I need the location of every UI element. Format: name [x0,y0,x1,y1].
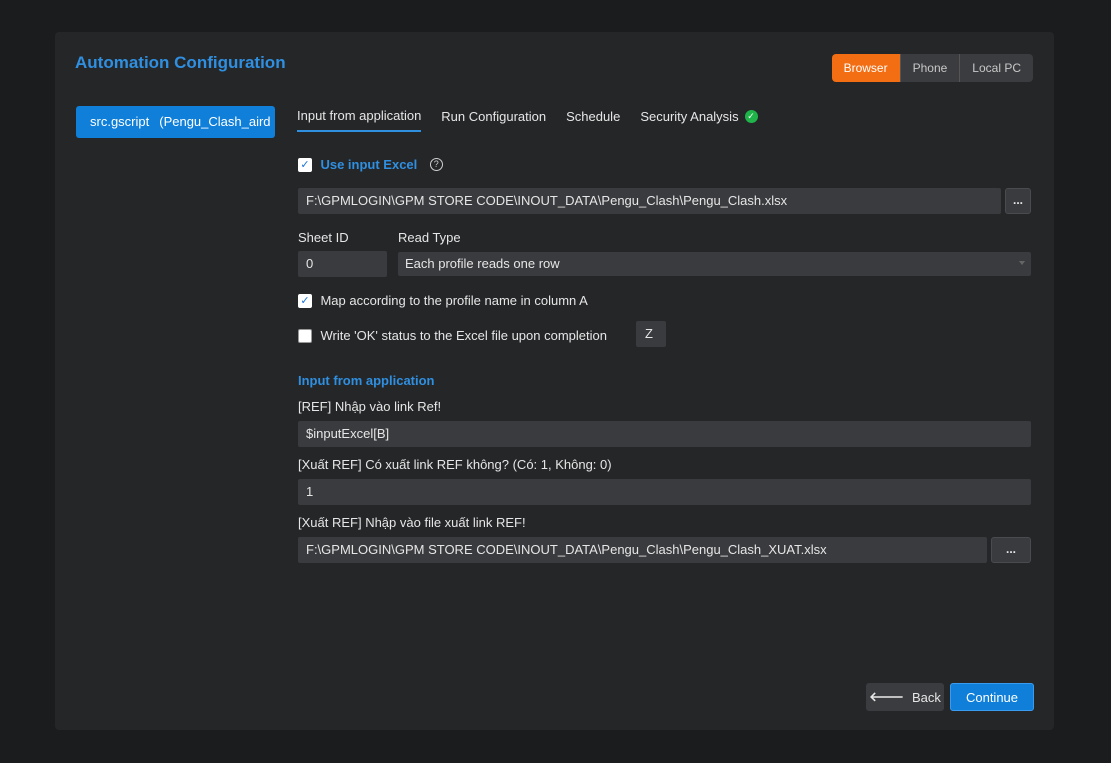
tab-schedule[interactable]: Schedule [566,108,620,132]
map-profile-label: Map according to the profile name in col… [320,293,588,309]
read-type-label: Read Type [398,230,461,245]
use-input-excel-checkbox[interactable]: ✓ [298,157,312,172]
tab-security-analysis[interactable]: Security Analysis ✓ [640,108,758,132]
write-ok-row: Write 'OK' status to the Excel file upon… [298,327,607,345]
automation-config-panel: Automation Configuration Browser Phone L… [55,32,1054,730]
write-ok-label: Write 'OK' status to the Excel file upon… [320,328,607,344]
script-project: (Pengu_Clash_aird [159,114,271,129]
tab-label: Input from application [297,108,422,123]
ref-link-label: [REF] Nhập vào link Ref! [298,399,442,414]
read-type-selected-value: Each profile reads one row [405,256,560,271]
mode-local-pc-button[interactable]: Local PC [959,54,1033,82]
device-mode-switch: Browser Phone Local PC [831,54,1033,82]
export-file-label: [Xuất REF] Nhập vào file xuất link REF! [298,515,526,530]
read-type-select[interactable]: Each profile reads one row [398,252,1031,276]
page-title: Automation Configuration [75,53,286,72]
back-label: Back [911,689,941,705]
help-icon[interactable]: ? [429,158,443,172]
tab-label: Schedule [566,109,621,124]
map-profile-row: ✓ Map according to the profile name in c… [298,292,588,310]
export-file-browse-button[interactable]: ... [991,537,1031,563]
write-ok-checkbox[interactable] [298,328,312,343]
mode-phone-button[interactable]: Phone [899,54,960,82]
section-title-input-from-application: Input from application [298,373,435,388]
continue-button[interactable]: Continue [950,683,1034,711]
sheet-id-label: Sheet ID [298,230,349,245]
excel-file-path-input[interactable]: F:\GPMLOGIN\GPM STORE CODE\INOUT_DATA\Pe… [298,188,1001,214]
config-tabs: Input from application Run Configuration… [297,108,778,132]
sidebar-script-item[interactable]: src.gscript (Pengu_Clash_aird [76,106,275,138]
export-flag-input[interactable]: 1 [298,479,1031,505]
mode-browser-button[interactable]: Browser [831,54,900,82]
use-input-excel-row: ✓ Use input Excel ? [298,156,443,174]
check-circle-icon: ✓ [744,110,758,123]
sheet-id-input[interactable]: 0 [298,251,387,277]
arrow-left-icon: 🡐 [869,689,904,704]
tab-label: Run Configuration [441,109,547,124]
export-file-input[interactable]: F:\GPMLOGIN\GPM STORE CODE\INOUT_DATA\Pe… [298,537,987,563]
ref-link-input[interactable]: $inputExcel[B] [298,421,1031,447]
script-name: src.gscript [90,114,150,129]
map-profile-checkbox[interactable]: ✓ [298,293,312,308]
excel-browse-button[interactable]: ... [1005,188,1031,214]
chevron-down-icon [1019,261,1025,265]
use-input-excel-label: Use input Excel [320,157,418,173]
tab-input-from-application[interactable]: Input from application [297,108,422,132]
tab-label: Security Analysis [640,109,739,124]
export-flag-label: [Xuất REF] Có xuất link REF không? (Có: … [298,457,612,472]
tab-run-configuration[interactable]: Run Configuration [441,108,546,132]
back-button[interactable]: 🡐 Back [866,683,944,711]
write-ok-column-input[interactable]: Z [636,321,666,347]
